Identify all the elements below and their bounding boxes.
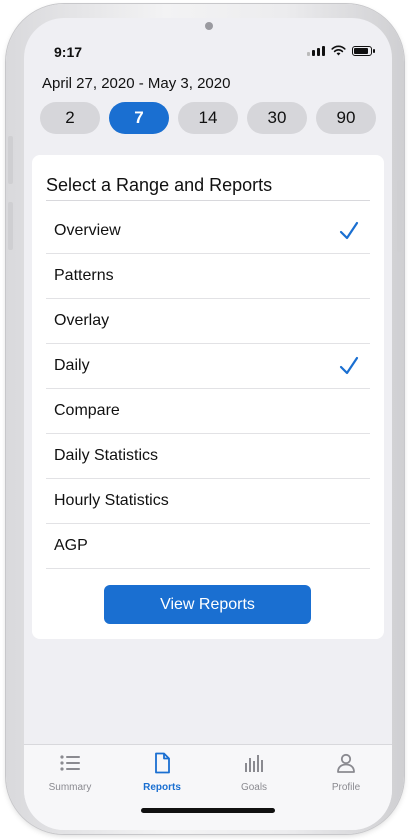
- report-selection-card: Select a Range and Reports Overview Patt…: [32, 155, 384, 639]
- document-icon: [155, 752, 170, 774]
- battery-icon: [352, 45, 375, 56]
- report-item-patterns[interactable]: Patterns: [46, 254, 370, 299]
- bar-chart-icon: [245, 755, 263, 772]
- power-button: [397, 180, 402, 252]
- report-label: Patterns: [54, 267, 114, 284]
- report-label: Daily: [54, 357, 90, 374]
- report-item-overlay[interactable]: Overlay: [46, 299, 370, 344]
- report-item-agp[interactable]: AGP: [46, 524, 370, 569]
- range-selector: 2 7 14 30 90: [40, 102, 376, 134]
- range-option-2[interactable]: 2: [40, 102, 100, 134]
- tab-label: Goals: [240, 782, 268, 793]
- report-label: Daily Statistics: [54, 447, 159, 464]
- tab-label: Reports: [143, 782, 181, 793]
- signal-icon: [307, 45, 325, 56]
- report-label: Compare: [54, 402, 120, 419]
- tab-profile[interactable]: Profile: [300, 751, 392, 801]
- report-label: Hourly Statistics: [54, 492, 169, 509]
- report-label: AGP: [54, 537, 88, 554]
- report-item-overview[interactable]: Overview: [46, 209, 370, 254]
- status-icons: [307, 45, 375, 56]
- report-label: Overlay: [54, 312, 110, 329]
- report-label: Overview: [54, 222, 121, 239]
- app-screen: 9:17 April 27, 2020 - May 3, 2020 2 7 14…: [24, 18, 392, 830]
- device-mockup: 9:17 April 27, 2020 - May 3, 2020 2 7 14…: [0, 0, 414, 840]
- report-item-daily[interactable]: Daily: [46, 344, 370, 389]
- range-option-7[interactable]: 7: [109, 102, 169, 134]
- report-item-compare[interactable]: Compare: [46, 389, 370, 434]
- range-option-90[interactable]: 90: [316, 102, 376, 134]
- checkmark-icon: [339, 356, 359, 375]
- report-list: Overview Patterns Overlay Daily Compare: [46, 209, 370, 569]
- list-icon: [60, 755, 80, 771]
- report-item-daily-statistics[interactable]: Daily Statistics: [46, 434, 370, 479]
- tab-label: Profile: [331, 782, 361, 793]
- wifi-icon: [331, 45, 346, 56]
- person-icon: [337, 753, 355, 773]
- checkmark-icon: [339, 221, 359, 240]
- home-indicator: [141, 808, 275, 813]
- view-reports-button[interactable]: View Reports: [104, 585, 311, 624]
- report-item-hourly-statistics[interactable]: Hourly Statistics: [46, 479, 370, 524]
- tab-label: Summary: [48, 782, 92, 793]
- volume-down-button: [8, 202, 13, 250]
- camera-dot: [205, 22, 213, 30]
- volume-up-button: [8, 136, 13, 184]
- range-option-14[interactable]: 14: [178, 102, 238, 134]
- date-range-label: April 27, 2020 - May 3, 2020: [42, 75, 231, 92]
- tab-goals[interactable]: Goals: [208, 751, 300, 801]
- tab-bar: Summary Reports Goals Profile: [24, 744, 392, 830]
- range-option-30[interactable]: 30: [247, 102, 307, 134]
- divider: [46, 200, 370, 201]
- card-title: Select a Range and Reports: [46, 175, 273, 195]
- tab-summary[interactable]: Summary: [24, 751, 116, 801]
- status-time: 9:17: [54, 44, 83, 60]
- tab-reports[interactable]: Reports: [116, 751, 208, 801]
